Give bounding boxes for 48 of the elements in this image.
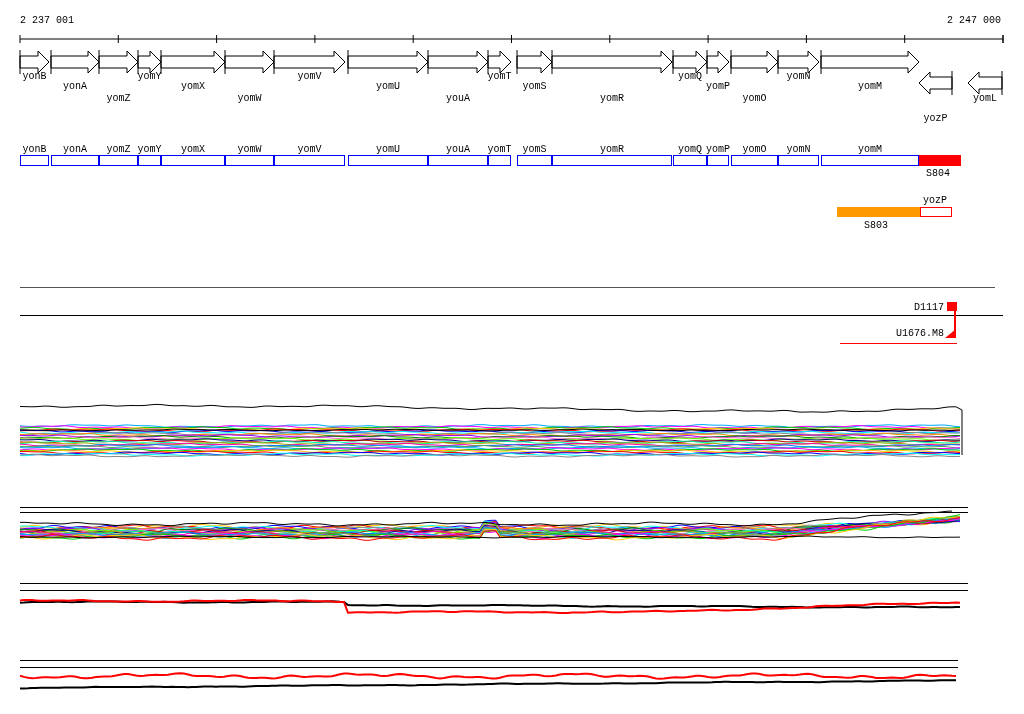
gene-box	[731, 155, 778, 166]
ruler-start-label: 2 237 001	[20, 15, 74, 26]
gene-box	[20, 155, 49, 166]
gene-label: yozP	[923, 113, 948, 124]
gene-label: yonB	[22, 71, 47, 82]
gene-label: yomT	[487, 71, 512, 82]
gene-box-label: yomW	[237, 144, 262, 155]
gene-box-label: yomV	[297, 144, 322, 155]
gene-box-label: yomP	[706, 144, 730, 155]
gene-box-label: yomU	[376, 144, 400, 155]
gene-box-label: yomT	[487, 144, 512, 155]
gene-label: yomR	[600, 93, 624, 104]
gene-label: yomY	[137, 71, 162, 82]
gene-box-label: yomX	[181, 144, 205, 155]
marker-link-drawing	[945, 302, 957, 339]
gene-box-label: yomS	[522, 144, 547, 155]
marker-label: D1117	[914, 302, 944, 313]
gene-label: youA	[446, 93, 470, 104]
gene-box-label: yomO	[742, 144, 767, 155]
gene-label: yomM	[858, 81, 882, 92]
feature-label: S803	[864, 220, 888, 231]
feature-label: S804	[926, 168, 950, 179]
gene-label: yomU	[376, 81, 400, 92]
gene-label: yomX	[181, 81, 205, 92]
gene-box-label: yonB	[22, 144, 47, 155]
gene-label: yomN	[786, 71, 811, 82]
gene-box-label: yomN	[786, 144, 811, 155]
gene-label: yomO	[742, 93, 767, 104]
gene-box-label: yomR	[600, 144, 624, 155]
gene-label: yomW	[237, 93, 262, 104]
gene-box	[51, 155, 99, 166]
ruler-end-label: 2 247 000	[947, 15, 1001, 26]
gene-label: yomP	[706, 81, 730, 92]
gene-label: yomL	[973, 93, 997, 104]
gene-label: yomZ	[106, 93, 131, 104]
gene-box-label: yomM	[858, 144, 882, 155]
gene-label: yomS	[522, 81, 547, 92]
gene-box-label: yonA	[63, 144, 87, 155]
gene-box-label: yomZ	[106, 144, 131, 155]
gene-box-label: yomY	[137, 144, 162, 155]
gene-label: yomV	[297, 71, 322, 82]
marker-label: U1676.M8	[896, 328, 944, 339]
gene-label: yonA	[63, 81, 87, 92]
gene-label: yomQ	[678, 71, 702, 82]
gene-box-label: yomQ	[678, 144, 702, 155]
gene-box	[778, 155, 819, 166]
feature-label: yozP	[923, 195, 947, 206]
gene-box-label: youA	[446, 144, 470, 155]
